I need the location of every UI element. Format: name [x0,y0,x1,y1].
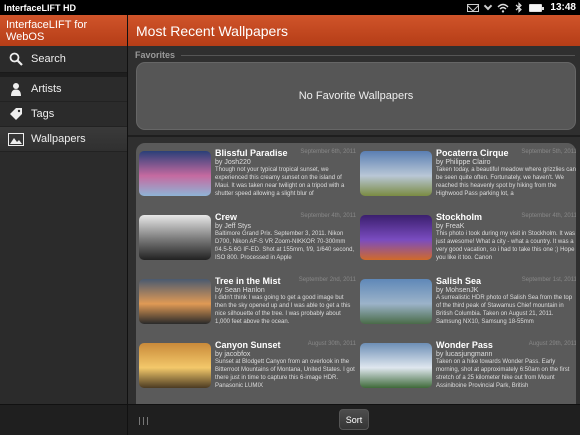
sidebar-item-label: Search [31,53,66,65]
wallpaper-info: Blissful Paradise September 6th, 2011 by J… [215,148,356,212]
status-icons: 13:48 [467,1,576,13]
wallpaper-author: by Josh220 [215,159,251,166]
wallpaper-author: by Philippe Clairo [436,159,491,166]
wallpaper-info: Salish Sea September 1st, 2011 by MohsenJK… [436,276,576,340]
clock[interactable]: 13:48 [550,2,576,13]
wallpaper-thumbnail[interactable] [139,343,211,388]
search-icon [8,51,24,67]
wallpaper-description: A surrealistic HDR photo of Salish Sea f… [436,295,573,325]
app-name[interactable]: InterfaceLIFT HD [4,3,467,13]
wallpaper-date: September 6th, 2011 [300,149,356,155]
wallpaper-author: by Jeff Stys [215,223,252,230]
tag-icon [8,106,24,122]
page-title: Most Recent Wallpapers [128,15,580,46]
wallpaper-info: Tree in the Mist September 2nd, 2011 by Se… [215,276,356,340]
sidebar-item-search[interactable]: Search [0,46,127,73]
wallpaper-date: September 4th, 2011 [300,213,356,219]
sidebar-item-artists[interactable]: Artists [0,77,127,102]
wallpaper-item[interactable]: Stockholm September 4th, 2011 by FreaK This… [360,212,576,276]
wallpaper-author: by FreaK [436,223,465,230]
wallpaper-item[interactable]: Salish Sea September 1st, 2011 by MohsenJK… [360,276,576,340]
wallpaper-date: September 4th, 2011 [521,213,576,219]
sidebar-header: InterfaceLIFT for WebOS [0,15,127,46]
drag-handle-icon[interactable] [139,417,148,425]
wallpaper-date: August 30th, 2011 [307,341,356,347]
wallpaper-item[interactable]: Wonder Pass August 29th, 2011 by lucasjung… [360,340,576,404]
battery-icon[interactable] [529,3,545,12]
chevron-down-icon[interactable] [484,1,493,11]
wallpaper-grid: Blissful Paradise September 6th, 2011 by J… [136,143,576,404]
wallpaper-item[interactable]: Tree in the Mist September 2nd, 2011 by Se… [139,276,356,340]
wallpaper-thumbnail[interactable] [139,279,211,324]
wallpaper-description: Though not your typical tropical sunset,… [215,167,345,197]
wallpaper-item[interactable]: Crew September 4th, 2011 by Jeff Stys Balti… [139,212,356,276]
sidebar-footer [0,404,127,435]
sidebar-item-wallpapers[interactable]: Wallpapers [0,127,127,152]
wallpaper-author: by jacobfox [215,351,251,358]
main-panel: Most Recent Wallpapers Favorites No Favo… [127,15,580,435]
wallpaper-item[interactable]: Pocaterra Cirque September 5th, 2011 by Ph… [360,148,576,212]
wallpaper-description: I didn't think I was going to get a good… [215,295,351,325]
wallpaper-info: Pocaterra Cirque September 5th, 2011 by Ph… [436,148,576,212]
divider [128,135,580,137]
wallpaper-author: by lucasjungmann [436,351,493,358]
mail-icon[interactable] [467,3,480,12]
wallpaper-thumbnail[interactable] [360,215,432,260]
sidebar: InterfaceLIFT for WebOS Search Artists T… [0,15,127,435]
sidebar-item-label: Tags [31,108,55,120]
wallpaper-info: Wonder Pass August 29th, 2011 by lucasjung… [436,340,576,404]
wallpaper-description: Baltimore Grand Prix. September 3, 2011.… [215,231,355,261]
sidebar-item-label: Artists [31,83,62,95]
wallpaper-thumbnail[interactable] [360,279,432,324]
sidebar-item-label: Wallpapers [31,133,86,145]
wallpaper-item[interactable]: Canyon Sunset August 30th, 2011 by jacobfo… [139,340,356,404]
sort-button[interactable]: Sort [339,409,369,430]
favorites-label-text: Favorites [135,50,176,60]
wallpaper-thumbnail[interactable] [139,151,211,196]
wallpaper-description: This photo i took during my visit in Sto… [436,231,576,261]
wallpaper-author: by MohsenJK [436,287,479,294]
wallpaper-description: Sunset at Blodgett Canyon from an overlo… [215,359,355,389]
wifi-icon[interactable] [497,3,509,13]
favorites-box[interactable]: No Favorite Wallpapers [136,62,576,130]
main-footer: Sort [128,404,580,435]
wallpaper-info: Canyon Sunset August 30th, 2011 by jacobfo… [215,340,356,404]
favorites-empty-text: No Favorite Wallpapers [298,90,414,102]
status-bar: InterfaceLIFT HD 13:48 [0,0,580,15]
wallpaper-date: August 29th, 2011 [528,341,576,347]
wallpaper-thumbnail[interactable] [139,215,211,260]
bluetooth-icon[interactable] [515,2,523,13]
wallpaper-item[interactable]: Blissful Paradise September 6th, 2011 by J… [139,148,356,212]
wallpaper-info: Crew September 4th, 2011 by Jeff Stys Balti… [215,212,356,276]
wallpaper-description: Taken on a hike towards Wonder Pass. Ear… [436,359,570,389]
wallpaper-thumbnail[interactable] [360,343,432,388]
wallpaper-info: Stockholm September 4th, 2011 by FreaK This… [436,212,576,276]
wallpaper-list[interactable]: Blissful Paradise September 6th, 2011 by J… [136,143,576,408]
favorites-label: Favorites [135,50,575,60]
sidebar-item-tags[interactable]: Tags [0,102,127,127]
wallpaper-icon [8,131,24,147]
wallpaper-date: September 2nd, 2011 [298,277,356,283]
wallpaper-description: Taken today, a beautiful meadow where gr… [436,167,576,197]
wallpaper-thumbnail[interactable] [360,151,432,196]
wallpaper-author: by Sean Hanlon [215,287,265,294]
wallpaper-date: September 1st, 2011 [521,277,576,283]
wallpaper-date: September 5th, 2011 [521,149,576,155]
person-icon [8,81,24,97]
